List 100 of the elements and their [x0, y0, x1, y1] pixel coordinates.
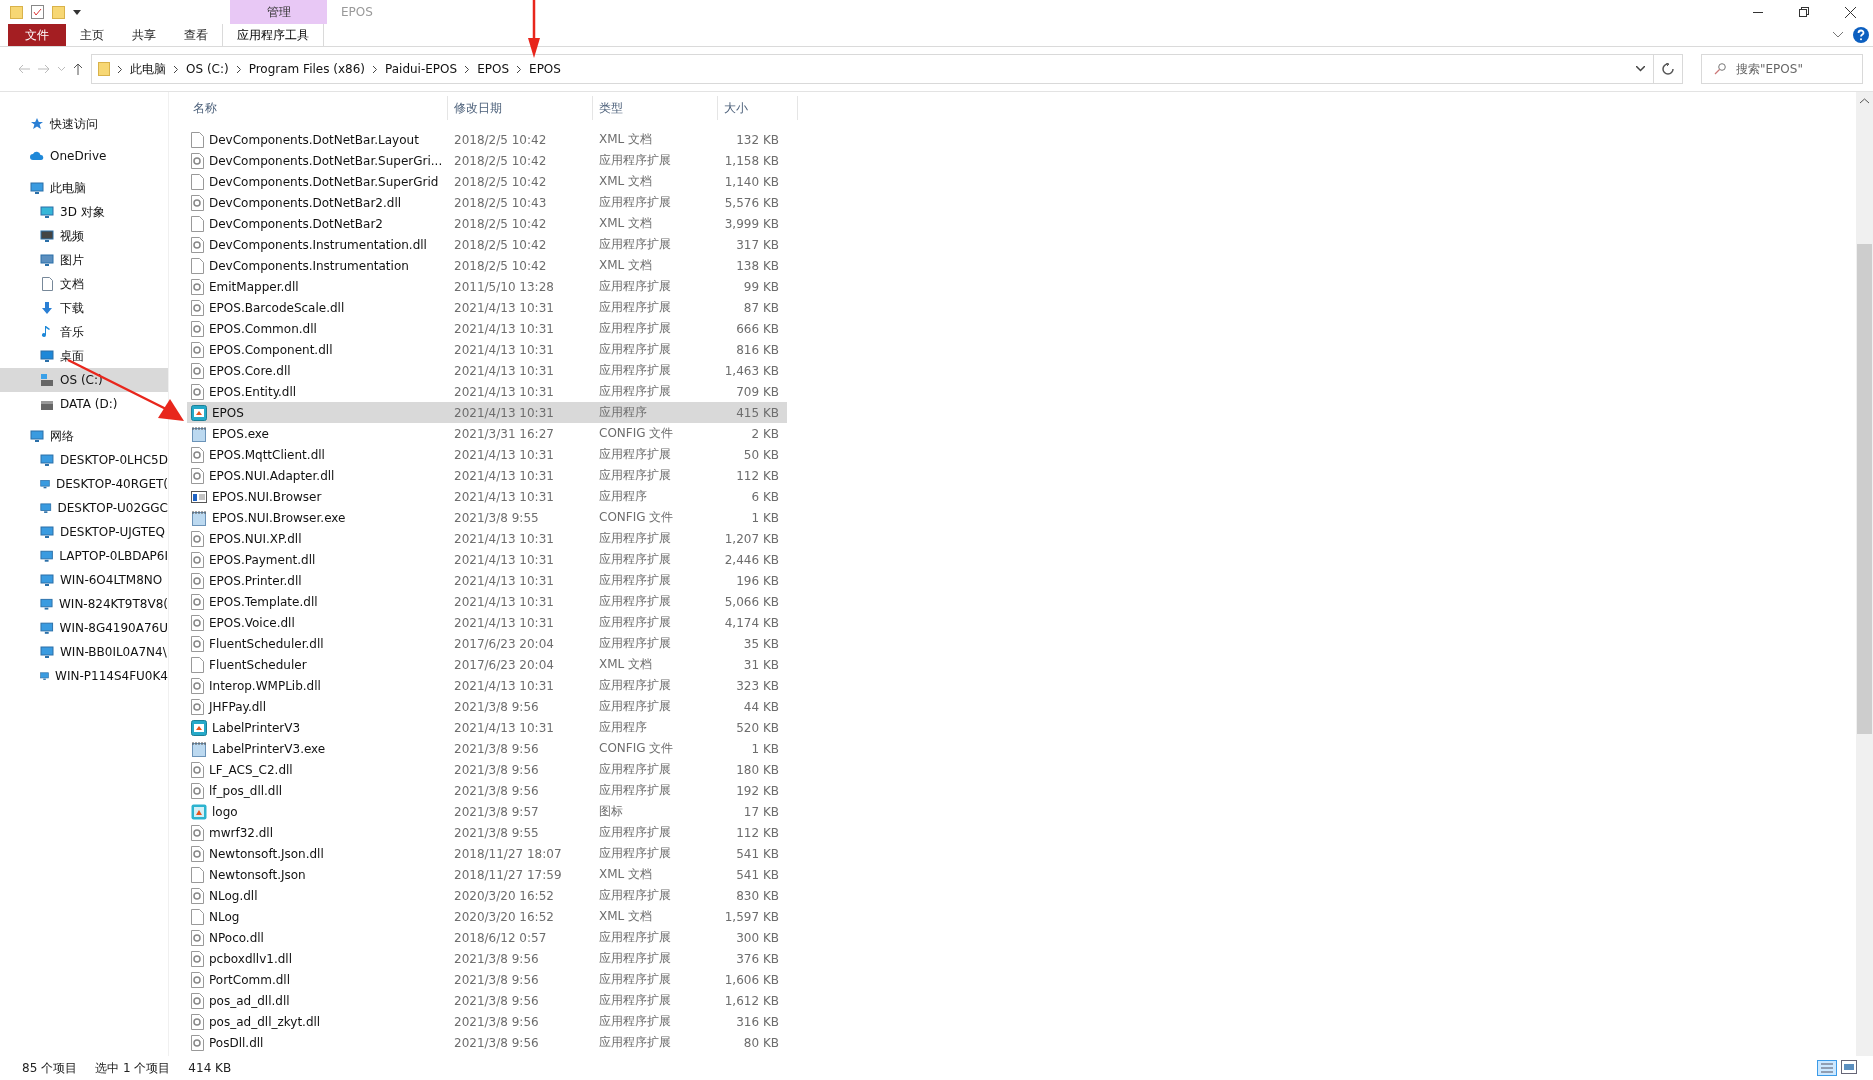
sidebar-item[interactable]: 图片: [0, 248, 168, 272]
file-row[interactable]: DevComponents.DotNetBar2 2018/2/5 10:42 XML 文档 3,999 KB: [187, 213, 787, 234]
file-row[interactable]: DevComponents.DotNetBar.SuperGrid 2018/2/5 10:42 XML 文档 1,140 KB: [187, 171, 787, 192]
sidebar-item[interactable]: 视频: [0, 224, 168, 248]
restore-icon[interactable]: [1799, 7, 1809, 17]
file-row[interactable]: EPOS.Common.dll 2021/4/13 10:31 应用程序扩展 666 KB: [187, 318, 787, 339]
file-row[interactable]: EPOS.Core.dll 2021/4/13 10:31 应用程序扩展 1,463 KB: [187, 360, 787, 381]
chevron-down-icon[interactable]: [1636, 66, 1645, 72]
sidebar-item[interactable]: 3D 对象: [0, 200, 168, 224]
sidebar-item[interactable]: DESKTOP-40RGET(: [0, 472, 168, 496]
properties-icon[interactable]: [31, 5, 44, 19]
chevron-right-icon[interactable]: [174, 65, 178, 73]
breadcrumb[interactable]: EPOS: [529, 62, 561, 76]
sidebar-item[interactable]: 此电脑: [0, 176, 168, 200]
sidebar-item[interactable]: WIN-P114S4FU0K4: [0, 664, 168, 688]
file-row[interactable]: EPOS.Voice.dll 2021/4/13 10:31 应用程序扩展 4,174 KB: [187, 612, 787, 633]
column-header[interactable]: 大小: [718, 96, 798, 120]
ribbon-tab[interactable]: 文件: [8, 24, 66, 46]
file-row[interactable]: DevComponents.Instrumentation.dll 2018/2/5 10:42 应用程序扩展 317 KB: [187, 234, 787, 255]
column-header[interactable]: 类型: [593, 96, 718, 120]
scroll-up-icon[interactable]: [1860, 98, 1869, 104]
chevron-right-icon[interactable]: [118, 65, 122, 73]
file-row[interactable]: EPOS.Payment.dll 2021/4/13 10:31 应用程序扩展 2,446 KB: [187, 549, 787, 570]
file-row[interactable]: NLog 2020/3/20 16:52 XML 文档 1,597 KB: [187, 906, 787, 927]
sidebar-item[interactable]: 快速访问: [0, 112, 168, 136]
chevron-right-icon[interactable]: [236, 65, 241, 73]
file-row[interactable]: PosDll.dll 2021/3/8 9:56 应用程序扩展 80 KB: [187, 1032, 787, 1053]
breadcrumb[interactable]: Paidui-EPOS: [385, 62, 458, 76]
chevron-right-icon[interactable]: [373, 65, 377, 73]
sidebar-item[interactable]: 音乐: [0, 320, 168, 344]
file-row[interactable]: NPoco.dll 2018/6/12 0:57 应用程序扩展 300 KB: [187, 927, 787, 948]
breadcrumb[interactable]: 此电脑: [130, 60, 166, 78]
file-row[interactable]: DevComponents.DotNetBar.SuperGri... 2018/2/5 10:42 应用程序扩展 1,158 KB: [187, 150, 787, 171]
file-row[interactable]: pcboxdllv1.dll 2021/3/8 9:56 应用程序扩展 376 KB: [187, 948, 787, 969]
breadcrumb[interactable]: Program Files (x86): [248, 62, 365, 76]
file-row[interactable]: PortComm.dll 2021/3/8 9:56 应用程序扩展 1,606 KB: [187, 969, 787, 990]
file-row[interactable]: LabelPrinterV3.exe 2021/3/8 9:56 CONFIG 文件 1 KB: [187, 738, 787, 759]
ribbon-tab[interactable]: 共享: [118, 24, 170, 46]
file-row[interactable]: NLog.dll 2020/3/20 16:52 应用程序扩展 830 KB: [187, 885, 787, 906]
file-row[interactable]: EPOS.Printer.dll 2021/4/13 10:31 应用程序扩展 196 KB: [187, 570, 787, 591]
file-row[interactable]: EPOS.BarcodeScale.dll 2021/4/13 10:31 应用程序扩展 87 KB: [187, 297, 787, 318]
up-arrow-icon[interactable]: [73, 63, 83, 75]
file-row[interactable]: logo 2021/3/8 9:57 图标 17 KB: [187, 801, 787, 822]
sidebar-item[interactable]: DESKTOP-0LHC5D: [0, 448, 168, 472]
column-header[interactable]: 名称: [187, 96, 448, 120]
help-icon[interactable]: [1853, 27, 1869, 43]
sidebar-item[interactable]: 网络: [0, 424, 168, 448]
sidebar-item[interactable]: DESKTOP-UJGTEQ: [0, 520, 168, 544]
sidebar-item[interactable]: WIN-6O4LTM8NO: [0, 568, 168, 592]
file-row[interactable]: LF_ACS_C2.dll 2021/3/8 9:56 应用程序扩展 180 KB: [187, 759, 787, 780]
search-field[interactable]: 搜索"EPOS": [1701, 54, 1863, 84]
file-row[interactable]: EPOS.Component.dll 2021/4/13 10:31 应用程序扩展 816 KB: [187, 339, 787, 360]
file-row[interactable]: EPOS.NUI.Browser.exe 2021/3/8 9:55 CONFIG 文件 1 KB: [187, 507, 787, 528]
file-row[interactable]: EPOS.NUI.XP.dll 2021/4/13 10:31 应用程序扩展 1,207 KB: [187, 528, 787, 549]
ribbon-tab[interactable]: 应用程序工具: [222, 24, 324, 46]
chevron-right-icon[interactable]: [465, 65, 470, 73]
address-bar[interactable]: 此电脑 OS (C:) Program Files (x86) Paidui-EPOS EPOS EPOS: [91, 54, 1683, 84]
column-header[interactable]: 修改日期: [448, 96, 593, 120]
file-row[interactable]: DevComponents.DotNetBar2.dll 2018/2/5 10:43 应用程序扩展 5,576 KB: [187, 192, 787, 213]
chevron-down-icon[interactable]: [1833, 32, 1843, 38]
file-row[interactable]: DevComponents.Instrumentation 2018/2/5 10:42 XML 文档 138 KB: [187, 255, 787, 276]
thumbnail-view-icon[interactable]: [1841, 1060, 1857, 1074]
ribbon-tab[interactable]: 主页: [66, 24, 118, 46]
file-row[interactable]: FluentScheduler.dll 2017/6/23 20:04 应用程序扩展 35 KB: [187, 633, 787, 654]
file-row[interactable]: mwrf32.dll 2021/3/8 9:55 应用程序扩展 112 KB: [187, 822, 787, 843]
file-row[interactable]: pos_ad_dll_zkyt.dll 2021/3/8 9:56 应用程序扩展 316 KB: [187, 1011, 787, 1032]
file-row[interactable]: DevComponents.DotNetBar.Layout 2018/2/5 10:42 XML 文档 132 KB: [187, 129, 787, 150]
minimize-icon[interactable]: [1753, 11, 1763, 13]
file-row[interactable]: Interop.WMPLib.dll 2021/4/13 10:31 应用程序扩展 323 KB: [187, 675, 787, 696]
sidebar-item[interactable]: DATA (D:): [0, 392, 168, 416]
file-row[interactable]: FluentScheduler 2017/6/23 20:04 XML 文档 31 KB: [187, 654, 787, 675]
scrollbar[interactable]: [1856, 92, 1873, 1056]
sidebar-item[interactable]: 文档: [0, 272, 168, 296]
file-row[interactable]: lf_pos_dll.dll 2021/3/8 9:56 应用程序扩展 192 KB: [187, 780, 787, 801]
sidebar-item[interactable]: LAPTOP-0LBDAP6I: [0, 544, 168, 568]
sidebar-item[interactable]: DESKTOP-U02GGC: [0, 496, 168, 520]
sidebar-item[interactable]: OneDrive: [0, 144, 168, 168]
sidebar-item[interactable]: WIN-8G4190A76U: [0, 616, 168, 640]
breadcrumb[interactable]: OS (C:): [186, 62, 229, 76]
sidebar-item[interactable]: 下载: [0, 296, 168, 320]
file-row[interactable]: EPOS.NUI.Adapter.dll 2021/4/13 10:31 应用程序扩展 112 KB: [187, 465, 787, 486]
close-icon[interactable]: [1844, 6, 1856, 18]
dropdown-icon[interactable]: [73, 8, 81, 16]
file-row[interactable]: EPOS.Entity.dll 2021/4/13 10:31 应用程序扩展 709 KB: [187, 381, 787, 402]
file-row[interactable]: EPOS.NUI.Browser 2021/4/13 10:31 应用程序 6 KB: [187, 486, 787, 507]
chevron-right-icon[interactable]: [517, 65, 522, 73]
file-row[interactable]: EPOS.Template.dll 2021/4/13 10:31 应用程序扩展 5,066 KB: [187, 591, 787, 612]
file-row[interactable]: LabelPrinterV3 2021/4/13 10:31 应用程序 520 KB: [187, 717, 787, 738]
file-row[interactable]: Newtonsoft.Json 2018/11/27 17:59 XML 文档 541 KB: [187, 864, 787, 885]
file-row[interactable]: Newtonsoft.Json.dll 2018/11/27 18:07 应用程序扩展 541 KB: [187, 843, 787, 864]
breadcrumb[interactable]: EPOS: [477, 62, 510, 76]
sidebar-item[interactable]: WIN-824KT9T8V8(: [0, 592, 168, 616]
file-row[interactable]: EPOS.MqttClient.dll 2021/4/13 10:31 应用程序扩展 50 KB: [187, 444, 787, 465]
file-row[interactable]: JHFPay.dll 2021/3/8 9:56 应用程序扩展 44 KB: [187, 696, 787, 717]
file-row[interactable]: EPOS 2021/4/13 10:31 应用程序 415 KB: [187, 402, 787, 423]
ribbon-tab[interactable]: 查看: [170, 24, 222, 46]
sidebar-item[interactable]: WIN-BB0IL0A7N4\: [0, 640, 168, 664]
file-row[interactable]: EPOS.exe 2021/3/31 16:27 CONFIG 文件 2 KB: [187, 423, 787, 444]
file-row[interactable]: EmitMapper.dll 2011/5/10 13:28 应用程序扩展 99 KB: [187, 276, 787, 297]
file-row[interactable]: pos_ad_dll.dll 2021/3/8 9:56 应用程序扩展 1,612 KB: [187, 990, 787, 1011]
